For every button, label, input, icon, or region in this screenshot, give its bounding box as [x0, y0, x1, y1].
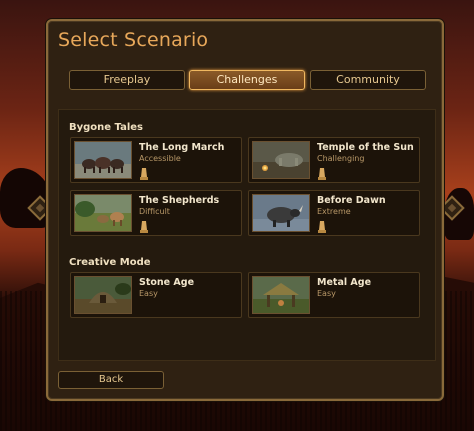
tab-community[interactable]: Community [310, 70, 426, 90]
back-button[interactable]: Back [58, 371, 164, 389]
medal-icon [140, 221, 148, 233]
scenario-title: Stone Age [139, 277, 195, 288]
medal-icon [318, 221, 326, 233]
scenario-tabs: Freeplay Challenges Community [69, 70, 426, 92]
section-title: Creative Mode [69, 257, 151, 268]
tab-freeplay[interactable]: Freeplay [69, 70, 185, 90]
scenario-difficulty: Extreme [317, 207, 351, 216]
dialog-title: Select Scenario [58, 29, 209, 51]
scenario-difficulty: Easy [139, 289, 158, 298]
scenario-difficulty: Accessible [139, 154, 181, 163]
scenario-difficulty: Easy [317, 289, 336, 298]
scenario-card-the-long-march[interactable]: The Long March Accessible [70, 137, 242, 183]
scenario-card-temple-of-the-sun[interactable]: Temple of the Sun Challenging [248, 137, 420, 183]
scenario-title: Temple of the Sun [317, 142, 414, 153]
scenario-title: The Shepherds [139, 195, 220, 206]
scenario-card-the-shepherds[interactable]: The Shepherds Difficult [70, 190, 242, 236]
thatched-hut-icon [252, 276, 310, 314]
scenario-difficulty: Difficult [139, 207, 170, 216]
scenario-title: The Long March [139, 142, 225, 153]
stone-hut-icon [74, 276, 132, 314]
rhino-icon [252, 194, 310, 232]
scenario-dialog: Select Scenario Freeplay Challenges Comm… [46, 19, 444, 401]
scenario-card-stone-age[interactable]: Stone Age Easy [70, 272, 242, 318]
mammoth-herd-icon [74, 141, 132, 179]
scenario-title: Metal Age [317, 277, 372, 288]
scenario-list: Bygone Tales The Long March Accessible T… [58, 109, 436, 361]
medal-icon [318, 168, 326, 180]
scenario-card-before-dawn[interactable]: Before Dawn Extreme [248, 190, 420, 236]
medal-icon [140, 168, 148, 180]
scenario-title: Before Dawn [317, 195, 386, 206]
scenario-difficulty: Challenging [317, 154, 365, 163]
stone-temple-icon [252, 141, 310, 179]
background-tree [0, 168, 52, 228]
section-title: Bygone Tales [69, 122, 143, 133]
tab-challenges[interactable]: Challenges [189, 70, 305, 90]
scenario-card-metal-age[interactable]: Metal Age Easy [248, 272, 420, 318]
animals-field-icon [74, 194, 132, 232]
